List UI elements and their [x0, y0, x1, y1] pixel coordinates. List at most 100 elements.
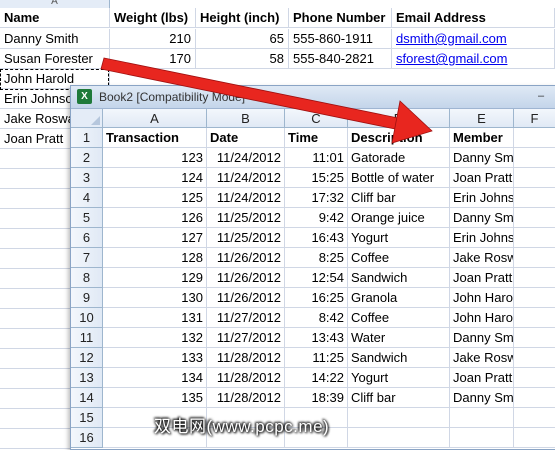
cell-header-description[interactable]: Description: [348, 128, 450, 148]
row-header[interactable]: 7: [71, 248, 103, 268]
cell-time[interactable]: 9:42: [285, 208, 348, 228]
cell-transaction[interactable]: 125: [103, 188, 207, 208]
cell-description[interactable]: Yogurt: [348, 368, 450, 388]
cell-member[interactable]: Erin Johnson: [450, 228, 514, 248]
cell-member[interactable]: Danny Smith: [450, 328, 514, 348]
back-cell-height[interactable]: 65: [196, 29, 289, 49]
cell-empty[interactable]: [348, 408, 450, 428]
cell-member[interactable]: Danny Smith: [450, 148, 514, 168]
row-header[interactable]: 10: [71, 308, 103, 328]
cell-date[interactable]: 11/27/2012: [207, 308, 285, 328]
cell-transaction[interactable]: 128: [103, 248, 207, 268]
cell-empty[interactable]: [514, 248, 555, 268]
cell-time[interactable]: 12:54: [285, 268, 348, 288]
row-header[interactable]: 11: [71, 328, 103, 348]
cell-transaction[interactable]: 135: [103, 388, 207, 408]
column-header-f[interactable]: F: [514, 109, 555, 128]
cell-time[interactable]: 17:32: [285, 188, 348, 208]
cell-member[interactable]: Jake Roswald: [450, 348, 514, 368]
cell-member[interactable]: Jake Roswald: [450, 248, 514, 268]
cell-description[interactable]: Sandwich: [348, 348, 450, 368]
column-header-b[interactable]: B: [207, 109, 285, 128]
cell-empty[interactable]: [514, 128, 555, 148]
cell-empty[interactable]: [514, 428, 555, 448]
row-header[interactable]: 2: [71, 148, 103, 168]
cell-transaction[interactable]: 130: [103, 288, 207, 308]
cell-time[interactable]: 8:25: [285, 248, 348, 268]
back-header-height[interactable]: Height (inch): [196, 8, 289, 28]
back-cell-phone[interactable]: 555-860-1911: [289, 29, 392, 49]
cell-description[interactable]: Bottle of water: [348, 168, 450, 188]
cell-empty[interactable]: [514, 208, 555, 228]
cell-time[interactable]: 16:43: [285, 228, 348, 248]
cell-description[interactable]: Orange juice: [348, 208, 450, 228]
cell-member[interactable]: John Harold: [450, 308, 514, 328]
row-header[interactable]: 3: [71, 168, 103, 188]
spreadsheet-grid[interactable]: A B C D E F 1 2 3 4 5 6 7 8 9 10 11 12 1…: [71, 109, 555, 449]
cell-description[interactable]: Water: [348, 328, 450, 348]
row-header[interactable]: 1: [71, 128, 103, 148]
cell-header-member[interactable]: Member: [450, 128, 514, 148]
cell-description[interactable]: Sandwich: [348, 268, 450, 288]
cell-empty[interactable]: [514, 228, 555, 248]
cell-time[interactable]: 15:25: [285, 168, 348, 188]
row-header[interactable]: 4: [71, 188, 103, 208]
cell-description[interactable]: Granola: [348, 288, 450, 308]
cell-date[interactable]: 11/28/2012: [207, 348, 285, 368]
row-header[interactable]: 9: [71, 288, 103, 308]
cell-transaction[interactable]: 129: [103, 268, 207, 288]
cell-empty[interactable]: [348, 428, 450, 448]
cell-member[interactable]: Danny Smith: [450, 388, 514, 408]
cell-transaction[interactable]: 131: [103, 308, 207, 328]
row-header[interactable]: 14: [71, 388, 103, 408]
row-header[interactable]: 13: [71, 368, 103, 388]
cell-header-transaction[interactable]: Transaction: [103, 128, 207, 148]
cell-transaction[interactable]: 133: [103, 348, 207, 368]
cell-transaction[interactable]: 123: [103, 148, 207, 168]
cell-header-time[interactable]: Time: [285, 128, 348, 148]
cell-date[interactable]: 11/26/2012: [207, 268, 285, 288]
back-cell-weight[interactable]: 170: [110, 49, 196, 69]
column-header-a[interactable]: A: [103, 109, 207, 128]
cell-transaction[interactable]: 124: [103, 168, 207, 188]
cell-member[interactable]: Erin Johnson: [450, 188, 514, 208]
back-header-weight[interactable]: Weight (lbs): [110, 8, 196, 28]
cell-time[interactable]: 16:25: [285, 288, 348, 308]
row-header[interactable]: 6: [71, 228, 103, 248]
back-cell-phone[interactable]: 555-840-2821: [289, 49, 392, 69]
cell-empty[interactable]: [514, 308, 555, 328]
cell-date[interactable]: 11/25/2012: [207, 208, 285, 228]
back-cell-weight[interactable]: 210: [110, 29, 196, 49]
cell-empty[interactable]: [514, 388, 555, 408]
cell-empty[interactable]: [514, 168, 555, 188]
cell-description[interactable]: Coffee: [348, 248, 450, 268]
cell-time[interactable]: 13:43: [285, 328, 348, 348]
back-header-email[interactable]: Email Address: [392, 8, 555, 28]
back-cell-name[interactable]: Danny Smith: [0, 29, 110, 49]
book2-window[interactable]: X Book2 [Compatibility Mode] – A B C D E…: [70, 85, 555, 450]
row-header[interactable]: 12: [71, 348, 103, 368]
cell-date[interactable]: 11/28/2012: [207, 388, 285, 408]
column-header-d[interactable]: D: [348, 109, 450, 128]
cell-date[interactable]: 11/26/2012: [207, 288, 285, 308]
cell-description[interactable]: Yogurt: [348, 228, 450, 248]
cell-empty[interactable]: [514, 148, 555, 168]
cell-date[interactable]: 11/26/2012: [207, 248, 285, 268]
cell-member[interactable]: Joan Pratt: [450, 368, 514, 388]
cell-time[interactable]: 11:25: [285, 348, 348, 368]
cell-transaction[interactable]: 132: [103, 328, 207, 348]
cell-member[interactable]: John Harold: [450, 288, 514, 308]
cell-description[interactable]: Coffee: [348, 308, 450, 328]
cell-description[interactable]: Cliff bar: [348, 388, 450, 408]
cell-empty[interactable]: [514, 188, 555, 208]
cell-description[interactable]: Cliff bar: [348, 188, 450, 208]
window-titlebar[interactable]: X Book2 [Compatibility Mode] –: [71, 86, 555, 109]
cell-description[interactable]: Gatorade: [348, 148, 450, 168]
cell-date[interactable]: 11/24/2012: [207, 168, 285, 188]
cell-member[interactable]: Joan Pratt: [450, 168, 514, 188]
row-header[interactable]: 5: [71, 208, 103, 228]
back-header-phone[interactable]: Phone Number: [289, 8, 392, 28]
cell-empty[interactable]: [514, 268, 555, 288]
back-cell-height[interactable]: 58: [196, 49, 289, 69]
cell-time[interactable]: 8:42: [285, 308, 348, 328]
